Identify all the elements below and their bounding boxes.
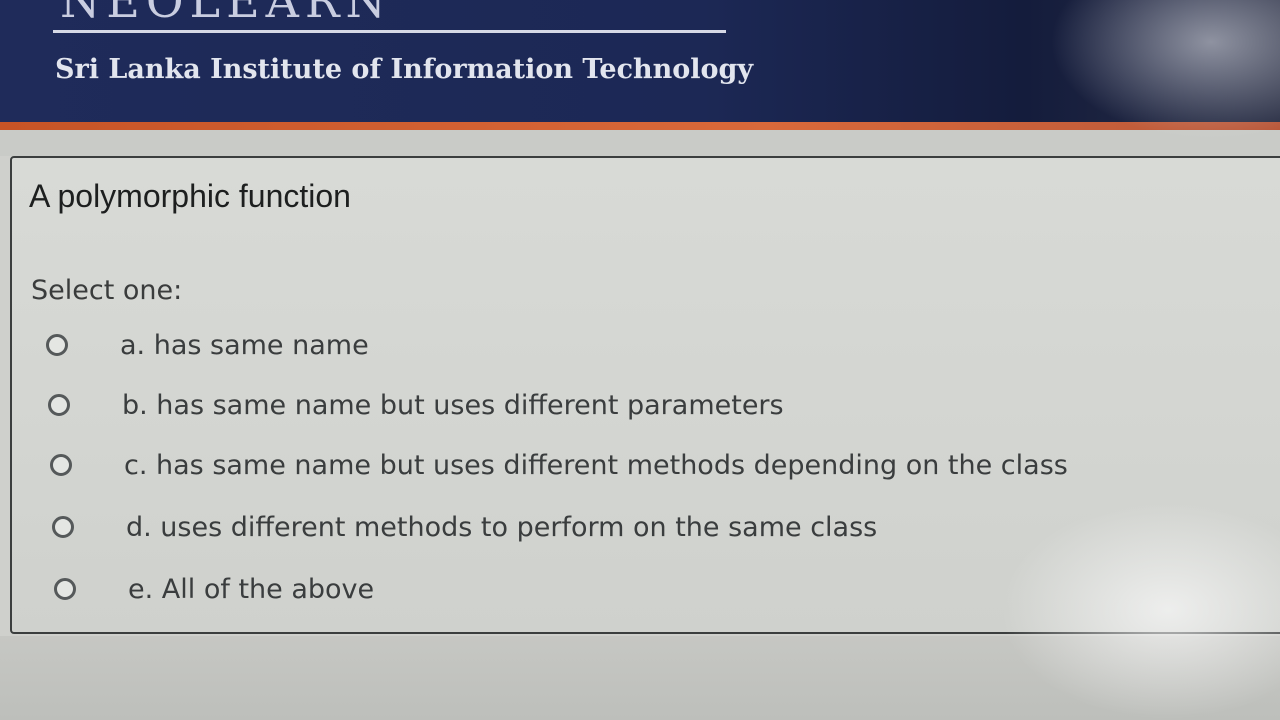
answer-option-b[interactable]: b. has same name but uses different para… bbox=[48, 385, 784, 425]
header-accent-stripe bbox=[0, 122, 1280, 130]
institution-name: Sri Lanka Institute of Information Techn… bbox=[55, 54, 754, 85]
answer-label-d[interactable]: d. uses different methods to perform on … bbox=[126, 512, 877, 543]
answer-label-b[interactable]: b. has same name but uses different para… bbox=[122, 390, 784, 421]
answer-label-c[interactable]: c. has same name but uses different meth… bbox=[124, 450, 1068, 481]
question-text: A polymorphic function bbox=[29, 178, 351, 214]
answer-option-c[interactable]: c. has same name but uses different meth… bbox=[50, 445, 1068, 485]
radio-button-c[interactable] bbox=[50, 454, 72, 476]
answer-option-e[interactable]: e. All of the above bbox=[54, 569, 374, 609]
question-card: A polymorphic function Select one: a. ha… bbox=[10, 156, 1280, 634]
radio-button-b[interactable] bbox=[48, 394, 70, 416]
page-footer-area bbox=[0, 636, 1280, 720]
radio-button-e[interactable] bbox=[54, 578, 76, 600]
radio-button-a[interactable] bbox=[46, 334, 68, 356]
answer-option-a[interactable]: a. has same name bbox=[46, 325, 369, 365]
answer-option-d[interactable]: d. uses different methods to perform on … bbox=[52, 507, 877, 547]
site-logo: NEOLEARN bbox=[60, 0, 392, 28]
header-divider bbox=[53, 30, 726, 33]
content-band bbox=[0, 130, 1280, 156]
site-header: NEOLEARN Sri Lanka Institute of Informat… bbox=[0, 0, 1280, 122]
answer-label-a[interactable]: a. has same name bbox=[120, 330, 369, 361]
answer-label-e[interactable]: e. All of the above bbox=[128, 574, 374, 605]
radio-button-d[interactable] bbox=[52, 516, 74, 538]
select-prompt: Select one: bbox=[31, 275, 183, 306]
